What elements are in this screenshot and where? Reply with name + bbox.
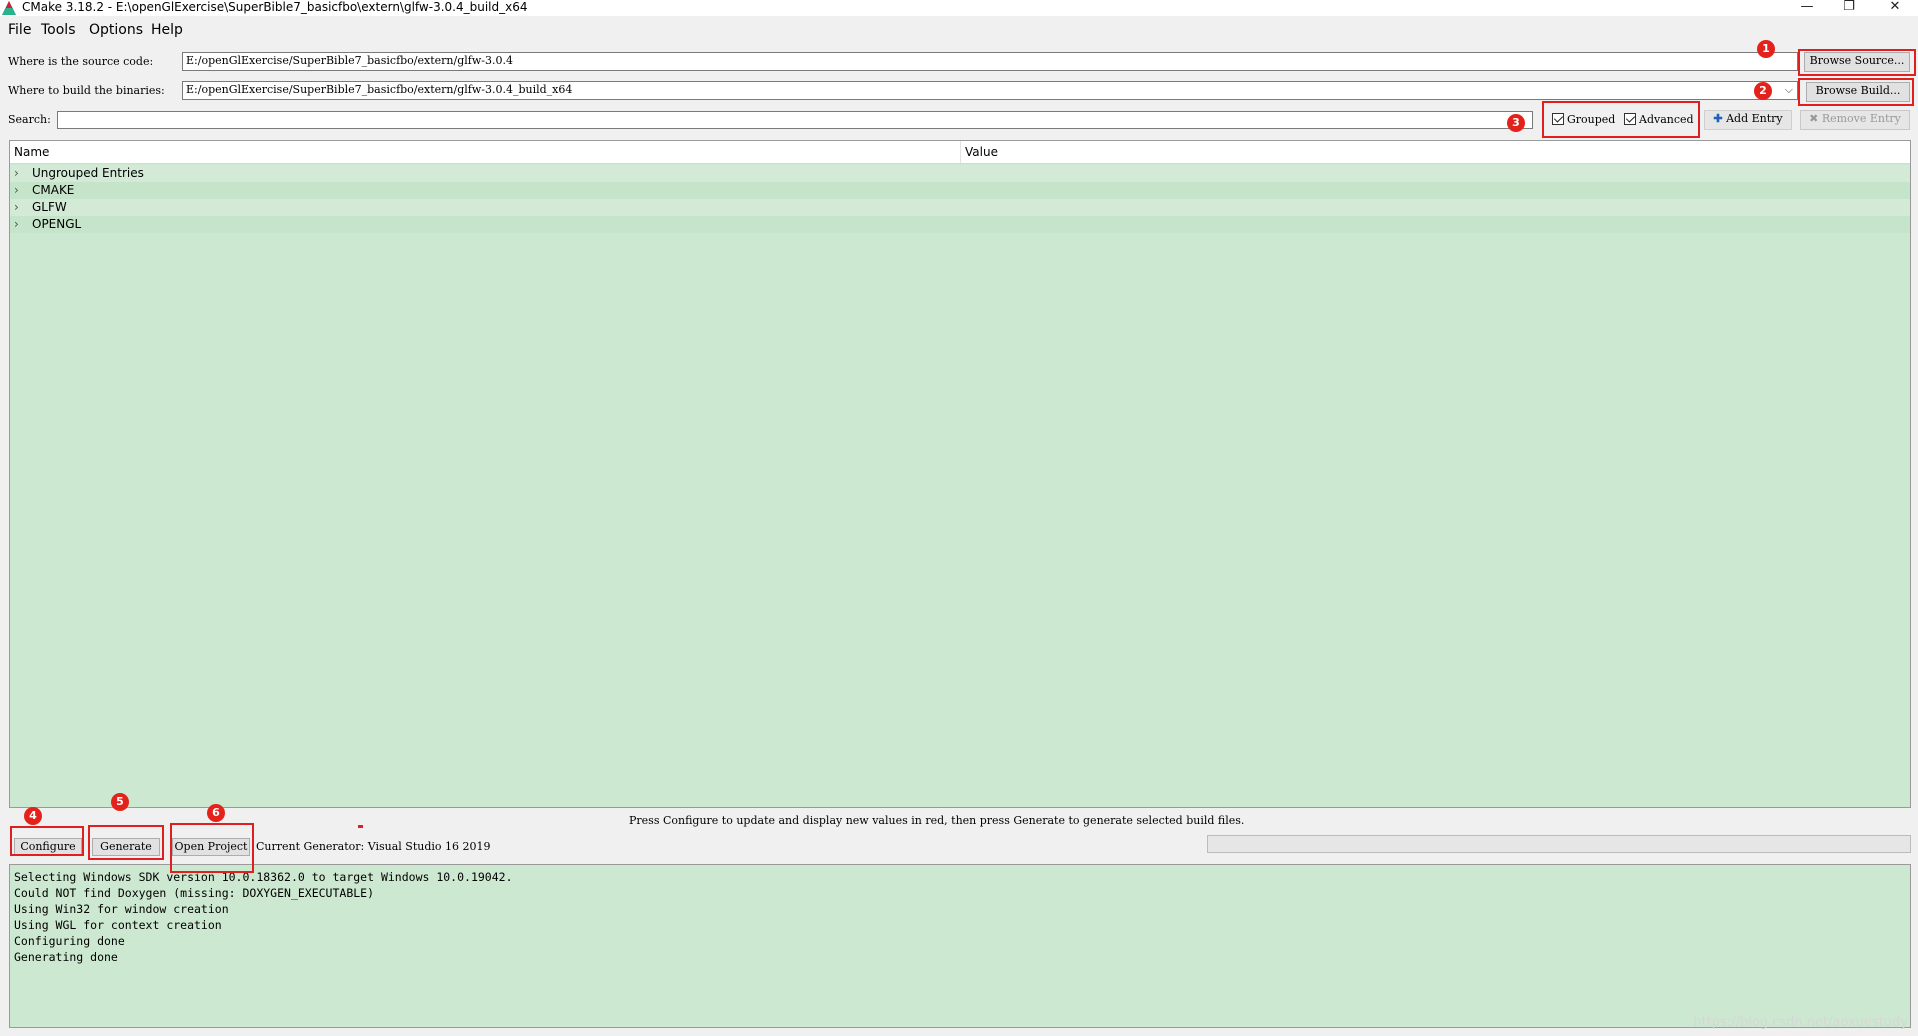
menu-options[interactable]: Options: [89, 21, 143, 39]
group-label: CMAKE: [32, 183, 75, 197]
annotation-box-5: [88, 825, 164, 860]
source-label: Where is the source code:: [8, 55, 154, 68]
annotation-dot: [358, 825, 363, 828]
log-line: Generating done: [14, 950, 118, 964]
log-line: Could NOT find Doxygen (missing: DOXYGEN…: [14, 886, 375, 900]
remove-entry-label: Remove Entry: [1821, 112, 1901, 125]
chevron-right-icon[interactable]: ›: [14, 199, 19, 216]
group-label: GLFW: [32, 200, 67, 214]
close-icon[interactable]: ✕: [1872, 0, 1918, 16]
column-value-header[interactable]: Value: [965, 145, 998, 159]
add-entry-button[interactable]: ✚ Add Entry: [1704, 110, 1792, 130]
cmake-logo-icon: [2, 1, 16, 15]
log-line: Using Win32 for window creation: [14, 902, 229, 916]
menu-file[interactable]: File: [8, 21, 31, 39]
restore-icon[interactable]: ❐: [1826, 0, 1872, 16]
menu-tools[interactable]: Tools: [41, 21, 76, 39]
chevron-right-icon[interactable]: ›: [14, 182, 19, 199]
annotation-badge-4: 4: [24, 807, 42, 825]
tree-group-row[interactable]: › Ungrouped Entries: [10, 165, 1910, 182]
chevron-down-icon[interactable]: ⌵: [1785, 83, 1793, 97]
table-header: Name Value: [10, 141, 1910, 164]
menu-help[interactable]: Help: [151, 21, 183, 39]
annotation-badge-6: 6: [207, 804, 225, 822]
add-entry-label: Add Entry: [1726, 112, 1783, 125]
source-path-input[interactable]: E:/openGlExercise/SuperBible7_basicfbo/e…: [182, 52, 1798, 71]
annotation-box-1: [1798, 49, 1916, 76]
minimize-icon[interactable]: —: [1784, 0, 1830, 16]
group-label: Ungrouped Entries: [32, 166, 144, 180]
tree-group-row[interactable]: › GLFW: [10, 199, 1910, 216]
column-name-header[interactable]: Name: [14, 145, 49, 159]
annotation-box-2: [1798, 78, 1914, 106]
remove-icon: ✖: [1809, 112, 1819, 125]
plus-icon: ✚: [1713, 112, 1723, 125]
annotation-badge-5: 5: [111, 793, 129, 811]
annotation-box-3: [1542, 101, 1700, 138]
annotation-box-6: [170, 823, 254, 873]
tree-group-row[interactable]: › CMAKE: [10, 182, 1910, 199]
annotation-badge-1: 1: [1757, 40, 1775, 58]
current-generator-label: Current Generator: Visual Studio 16 2019: [256, 840, 491, 853]
watermark-text: https://blog.csdn.net/aoxuestudy: [1693, 1015, 1908, 1030]
status-hint: Press Configure to update and display ne…: [629, 814, 1245, 827]
search-input[interactable]: [57, 111, 1533, 129]
progress-bar: [1207, 835, 1911, 853]
column-divider[interactable]: [960, 141, 961, 163]
build-path-value: E:/openGlExercise/SuperBible7_basicfbo/e…: [186, 83, 573, 96]
group-label: OPENGL: [32, 217, 82, 231]
tree-group-row[interactable]: › OPENGL: [10, 216, 1910, 233]
output-log[interactable]: Selecting Windows SDK version 10.0.18362…: [9, 864, 1911, 1028]
annotation-badge-2: 2: [1754, 82, 1772, 100]
log-line: Selecting Windows SDK version 10.0.18362…: [14, 870, 513, 884]
chevron-right-icon[interactable]: ›: [14, 216, 19, 233]
cache-entries-tree[interactable]: Name Value › Ungrouped Entries › CMAKE ›…: [9, 140, 1911, 808]
search-label: Search:: [8, 113, 51, 126]
log-line: Using WGL for context creation: [14, 918, 222, 932]
annotation-badge-3: 3: [1507, 114, 1525, 132]
log-line: Configuring done: [14, 934, 125, 948]
build-path-combobox[interactable]: E:/openGlExercise/SuperBible7_basicfbo/e…: [182, 81, 1798, 100]
window-title: CMake 3.18.2 - E:\openGlExercise\SuperBi…: [22, 0, 528, 14]
annotation-box-4: [10, 826, 84, 856]
remove-entry-button[interactable]: ✖ Remove Entry: [1800, 110, 1910, 130]
menu-bar: File Tools Options Help: [0, 18, 1918, 42]
chevron-right-icon[interactable]: ›: [14, 165, 19, 182]
build-label: Where to build the binaries:: [8, 84, 165, 97]
title-bar: CMake 3.18.2 - E:\openGlExercise\SuperBi…: [0, 0, 1918, 16]
